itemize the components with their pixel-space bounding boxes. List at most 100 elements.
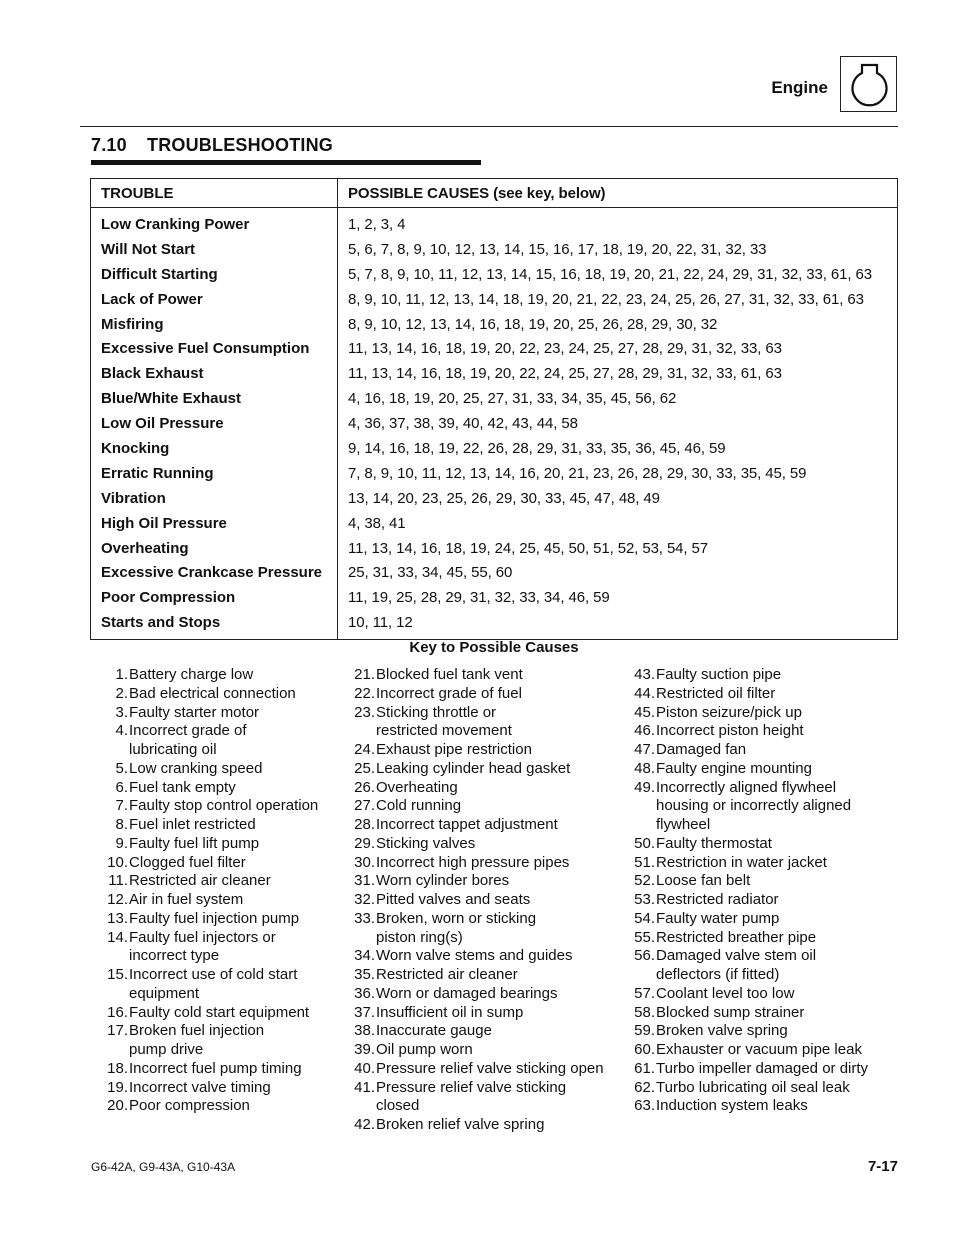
key-number: 36.: [354, 984, 375, 1002]
key-item: 57. Coolant level too low: [623, 985, 898, 1004]
key-text: Faulty stop control operation: [128, 797, 336, 816]
key-text-line: Incorrect grade of: [129, 722, 247, 740]
key-item: 13. Faulty fuel injection pump: [96, 910, 336, 929]
key-text: Low cranking speed: [128, 760, 336, 779]
key-item: 42. Broken relief valve spring: [343, 1116, 618, 1135]
key-text: Blocked fuel tank vent: [375, 666, 618, 685]
key-text: Restricted radiator: [655, 891, 898, 910]
key-item: 50. Faulty thermostat: [623, 835, 898, 854]
key-item: 5. Low cranking speed: [96, 760, 336, 779]
key-text-line: Restricted oil filter: [656, 684, 776, 702]
key-number: 16.: [107, 1003, 128, 1021]
trouble-cell: Vibration: [90, 485, 338, 511]
key-text-line: Loose fan belt: [656, 872, 751, 890]
key-text: Faulty fuel injectors or incorrect type: [128, 929, 336, 967]
key-text: Faulty engine mounting: [655, 760, 898, 779]
key-text-line: Turbo lubricating oil seal leak: [656, 1078, 850, 1096]
key-number: 7.: [115, 797, 128, 815]
key-number: 12.: [107, 891, 128, 908]
key-text: Turbo impeller damaged or dirty: [655, 1060, 898, 1079]
causes-cell: 5, 7, 8, 9, 10, 11, 12, 13, 14, 15, 16, …: [348, 265, 873, 283]
key-number: 8.: [115, 816, 128, 833]
key-item: 1. Battery charge low: [96, 666, 336, 685]
causes-cell: 4, 36, 37, 38, 39, 40, 42, 43, 44, 58: [348, 415, 578, 433]
key-text-line: Damaged fan: [656, 741, 747, 758]
key-item: 18. Incorrect fuel pump timing: [96, 1060, 336, 1079]
key-item: 53. Restricted radiator: [623, 891, 898, 910]
key-text-line: piston ring(s): [376, 928, 463, 946]
key-text: Fuel tank empty: [128, 779, 336, 798]
causes-cell: 8, 9, 10, 11, 12, 13, 14, 18, 19, 20, 21…: [348, 290, 864, 308]
key-text-line: Faulty fuel injection pump: [129, 909, 300, 927]
key-number: 58.: [634, 1003, 655, 1021]
key-text-line: Broken valve spring: [656, 1022, 788, 1040]
key-text: Faulty starter motor: [128, 704, 336, 723]
trouble-cell: Poor Compression: [90, 585, 338, 611]
key-text-line: Sticking throttle or: [376, 703, 497, 721]
key-number: 55.: [634, 928, 655, 946]
trouble-cell: Knocking: [90, 436, 338, 461]
trouble-cell: Excessive Crankcase Pressure: [90, 560, 338, 586]
key-text: Restricted breather pipe: [655, 929, 898, 948]
key-number: 42.: [354, 1116, 375, 1133]
key-number: 29.: [354, 834, 375, 852]
key-text-line: Faulty stop control operation: [129, 797, 319, 815]
key-item: 52. Loose fan belt: [623, 872, 898, 891]
key-text: Incorrect grade of lubricating oil: [128, 722, 336, 760]
key-text: Exhauster or vacuum pipe leak: [655, 1041, 898, 1060]
key-item: 59. Broken valve spring: [623, 1022, 898, 1041]
troubleshooting-table: TROUBLE POSSIBLE CAUSES (see key, below)…: [90, 178, 898, 641]
key-text: Clogged fuel filter: [128, 854, 336, 873]
key-number: 25.: [354, 759, 375, 777]
table-row: Starts and Stops 10, 11, 12: [90, 610, 898, 640]
key-text: Incorrect piston height: [655, 722, 898, 741]
key-number: 18.: [107, 1059, 128, 1077]
key-text: Restriction in water jacket: [655, 854, 898, 873]
key-number: 51.: [634, 853, 655, 871]
key-text-line: Bad electrical connection: [129, 684, 296, 702]
key-item: 10. Clogged fuel filter: [96, 854, 336, 873]
key-number: 15.: [107, 966, 128, 983]
key-text-line: Broken, worn or sticking: [376, 909, 537, 927]
key-item: 17. Broken fuel injection pump drive: [96, 1022, 336, 1060]
key-number: 23.: [354, 703, 375, 721]
key-item: 16. Faulty cold start equipment: [96, 1004, 336, 1023]
key-text-line: Restriction in water jacket: [656, 853, 827, 871]
key-number: 32.: [354, 891, 375, 908]
causes-cell: 13, 14, 20, 23, 25, 26, 29, 30, 33, 45, …: [348, 489, 660, 507]
key-number: 24.: [354, 741, 375, 758]
key-text-line: Fuel inlet restricted: [129, 816, 256, 833]
key-text: Worn or damaged bearings: [375, 985, 618, 1004]
key-number: 38.: [354, 1022, 375, 1040]
key-text: Incorrect fuel pump timing: [128, 1060, 336, 1079]
key-text-line: flywheel: [656, 816, 711, 833]
key-item: 2. Bad electrical connection: [96, 685, 336, 704]
key-text: Faulty water pump: [655, 910, 898, 929]
key-item: 44. Restricted oil filter: [623, 685, 898, 704]
key-text-line: Blocked sump strainer: [656, 1003, 805, 1021]
key-text-line: incorrect type: [129, 947, 220, 965]
key-number: 13.: [107, 909, 128, 927]
key-number: 40.: [354, 1059, 375, 1077]
trouble-cell: Lack of Power: [90, 286, 338, 312]
table-row: Excessive Fuel Consumption 11, 13, 14, 16…: [90, 336, 898, 362]
key-number: 62.: [634, 1078, 655, 1096]
key-item: 30. Incorrect high pressure pipes: [343, 854, 618, 873]
table-row: Poor Compression 11, 19, 25, 28, 29, 31, …: [90, 585, 898, 611]
key-item: 7. Faulty stop control operation: [96, 797, 336, 816]
key-text-line: Restricted air cleaner: [129, 872, 271, 890]
key-column-2: 21. Blocked fuel tank vent 22. Incorrect gr…: [343, 666, 618, 1135]
causes-cell: 5, 6, 7, 8, 9, 10, 12, 13, 14, 15, 16, 1…: [348, 240, 767, 258]
key-item: 28. Incorrect tappet adjustment: [343, 816, 618, 835]
causes-cell: 7, 8, 9, 10, 11, 12, 13, 14, 16, 20, 21,…: [348, 464, 807, 482]
key-item: 33. Broken, worn or sticking piston ring(s…: [343, 910, 618, 948]
key-text: Fuel inlet restricted: [128, 816, 336, 835]
causes-cell: 25, 31, 33, 34, 45, 55, 60: [348, 564, 513, 582]
key-text-line: Pressure relief valve sticking: [376, 1078, 567, 1096]
title-underline: [91, 160, 481, 165]
key-number: 5.: [115, 759, 128, 777]
key-text-line: Overheating: [376, 778, 458, 796]
key-text-line: Pitted valves and seats: [376, 891, 531, 908]
key-text: Broken, worn or sticking piston ring(s): [375, 910, 618, 948]
key-text-line: Air in fuel system: [129, 891, 244, 908]
